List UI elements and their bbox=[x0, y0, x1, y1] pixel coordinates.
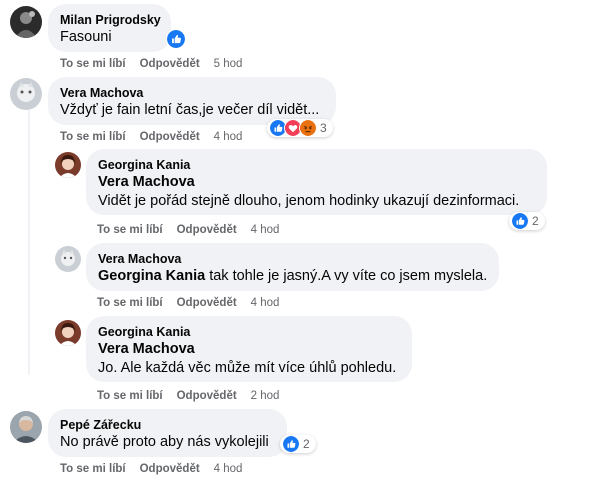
avatar[interactable] bbox=[55, 152, 81, 178]
comment-actions: To se mi líbí Odpovědět 2 hod bbox=[97, 389, 279, 403]
avatar[interactable] bbox=[10, 411, 42, 443]
comment-time[interactable]: 4 hod bbox=[251, 224, 280, 236]
reaction-count: 3 bbox=[320, 121, 327, 135]
avatar-image bbox=[10, 78, 42, 110]
reply-button[interactable]: Odpovědět bbox=[140, 463, 200, 475]
reply-thread-line bbox=[28, 110, 30, 375]
comment-author[interactable]: Vera Machova bbox=[60, 85, 324, 101]
comment-bubble: Milan Prigrodsky Fasouni bbox=[48, 4, 171, 52]
comment-bubble: Vera Machova Vždyť je fain letní čas,je … bbox=[48, 77, 336, 125]
avatar[interactable] bbox=[55, 320, 81, 346]
comment-text: Jo. Ale každá věc může mít více úhlů poh… bbox=[98, 360, 397, 376]
avatar[interactable] bbox=[10, 78, 42, 110]
angry-icon bbox=[299, 119, 317, 137]
reply-button[interactable]: Odpovědět bbox=[140, 58, 200, 70]
reply-button[interactable]: Odpovědět bbox=[140, 131, 200, 143]
comment-bubble: Vera Machova Georgina Kania tak tohle je… bbox=[86, 243, 499, 291]
reaction-summary[interactable]: 2 bbox=[509, 212, 545, 230]
comment-actions: To se mi líbí Odpovědět 5 hod bbox=[60, 57, 242, 71]
comment-time[interactable]: 5 hod bbox=[214, 58, 243, 70]
reaction-summary[interactable] bbox=[164, 29, 188, 49]
comment-bubble: Pepé Zářecku No právě proto aby nás vyko… bbox=[48, 409, 287, 457]
comment-text: Vidět je pořád stejně dlouho, jenom hodi… bbox=[98, 193, 520, 209]
comment-text: No právě proto aby nás vykolejili bbox=[60, 434, 269, 450]
like-icon bbox=[282, 435, 300, 453]
like-button[interactable]: To se mi líbí bbox=[97, 390, 163, 402]
comment-bubble: Georgina Kania Vera Machova Jo. Ale každ… bbox=[86, 316, 412, 382]
comment-author[interactable]: Georgina Kania bbox=[98, 157, 535, 173]
comment-text-body: tak tohle je jasný.A vy víte co jsem mys… bbox=[209, 268, 488, 284]
comment-bubble: Georgina Kania Vera Machova Vidět je poř… bbox=[86, 149, 547, 215]
reaction-summary[interactable]: 3 bbox=[267, 119, 333, 137]
like-button[interactable]: To se mi líbí bbox=[60, 463, 126, 475]
like-button[interactable]: To se mi líbí bbox=[97, 297, 163, 309]
avatar-image bbox=[55, 320, 81, 346]
comment-time[interactable]: 4 hod bbox=[251, 297, 280, 309]
comment-actions: To se mi líbí Odpovědět 4 hod bbox=[60, 130, 242, 144]
avatar-image bbox=[10, 6, 42, 38]
comment-author[interactable]: Milan Prigrodsky bbox=[60, 12, 161, 28]
mentioned-user[interactable]: Georgina Kania bbox=[98, 268, 205, 284]
mentioned-user[interactable]: Vera Machova bbox=[98, 173, 535, 192]
avatar[interactable] bbox=[55, 246, 81, 272]
comment-author[interactable]: Vera Machova bbox=[98, 251, 487, 267]
like-icon bbox=[511, 212, 529, 230]
comment-text: Vždyť je fain letní čas,je večer díl vid… bbox=[60, 102, 320, 118]
comment-time[interactable]: 4 hod bbox=[214, 131, 243, 143]
reply-button[interactable]: Odpovědět bbox=[177, 224, 237, 236]
reaction-summary[interactable]: 2 bbox=[280, 435, 316, 453]
comment-actions: To se mi líbí Odpovědět 4 hod bbox=[97, 296, 279, 310]
comment-text: Fasouni bbox=[60, 29, 112, 45]
avatar[interactable] bbox=[10, 6, 42, 38]
mentioned-user[interactable]: Vera Machova bbox=[98, 340, 400, 359]
comment-time[interactable]: 4 hod bbox=[214, 463, 243, 475]
comment-time[interactable]: 2 hod bbox=[251, 390, 280, 402]
comment-author[interactable]: Pepé Zářecku bbox=[60, 417, 275, 433]
avatar-image bbox=[55, 246, 81, 272]
like-icon bbox=[166, 29, 186, 49]
comment-author[interactable]: Georgina Kania bbox=[98, 324, 400, 340]
like-button[interactable]: To se mi líbí bbox=[97, 224, 163, 236]
comment-text: Georgina Kania tak tohle je jasný.A vy v… bbox=[98, 267, 487, 286]
reaction-count: 2 bbox=[303, 437, 310, 451]
like-button[interactable]: To se mi líbí bbox=[60, 131, 126, 143]
reply-button[interactable]: Odpovědět bbox=[177, 297, 237, 309]
reply-button[interactable]: Odpovědět bbox=[177, 390, 237, 402]
reaction-count: 2 bbox=[532, 214, 539, 228]
avatar-image bbox=[55, 152, 81, 178]
comment-actions: To se mi líbí Odpovědět 4 hod bbox=[97, 223, 279, 237]
like-button[interactable]: To se mi líbí bbox=[60, 58, 126, 70]
avatar-image bbox=[10, 411, 42, 443]
comment-actions: To se mi líbí Odpovědět 4 hod bbox=[60, 462, 242, 476]
